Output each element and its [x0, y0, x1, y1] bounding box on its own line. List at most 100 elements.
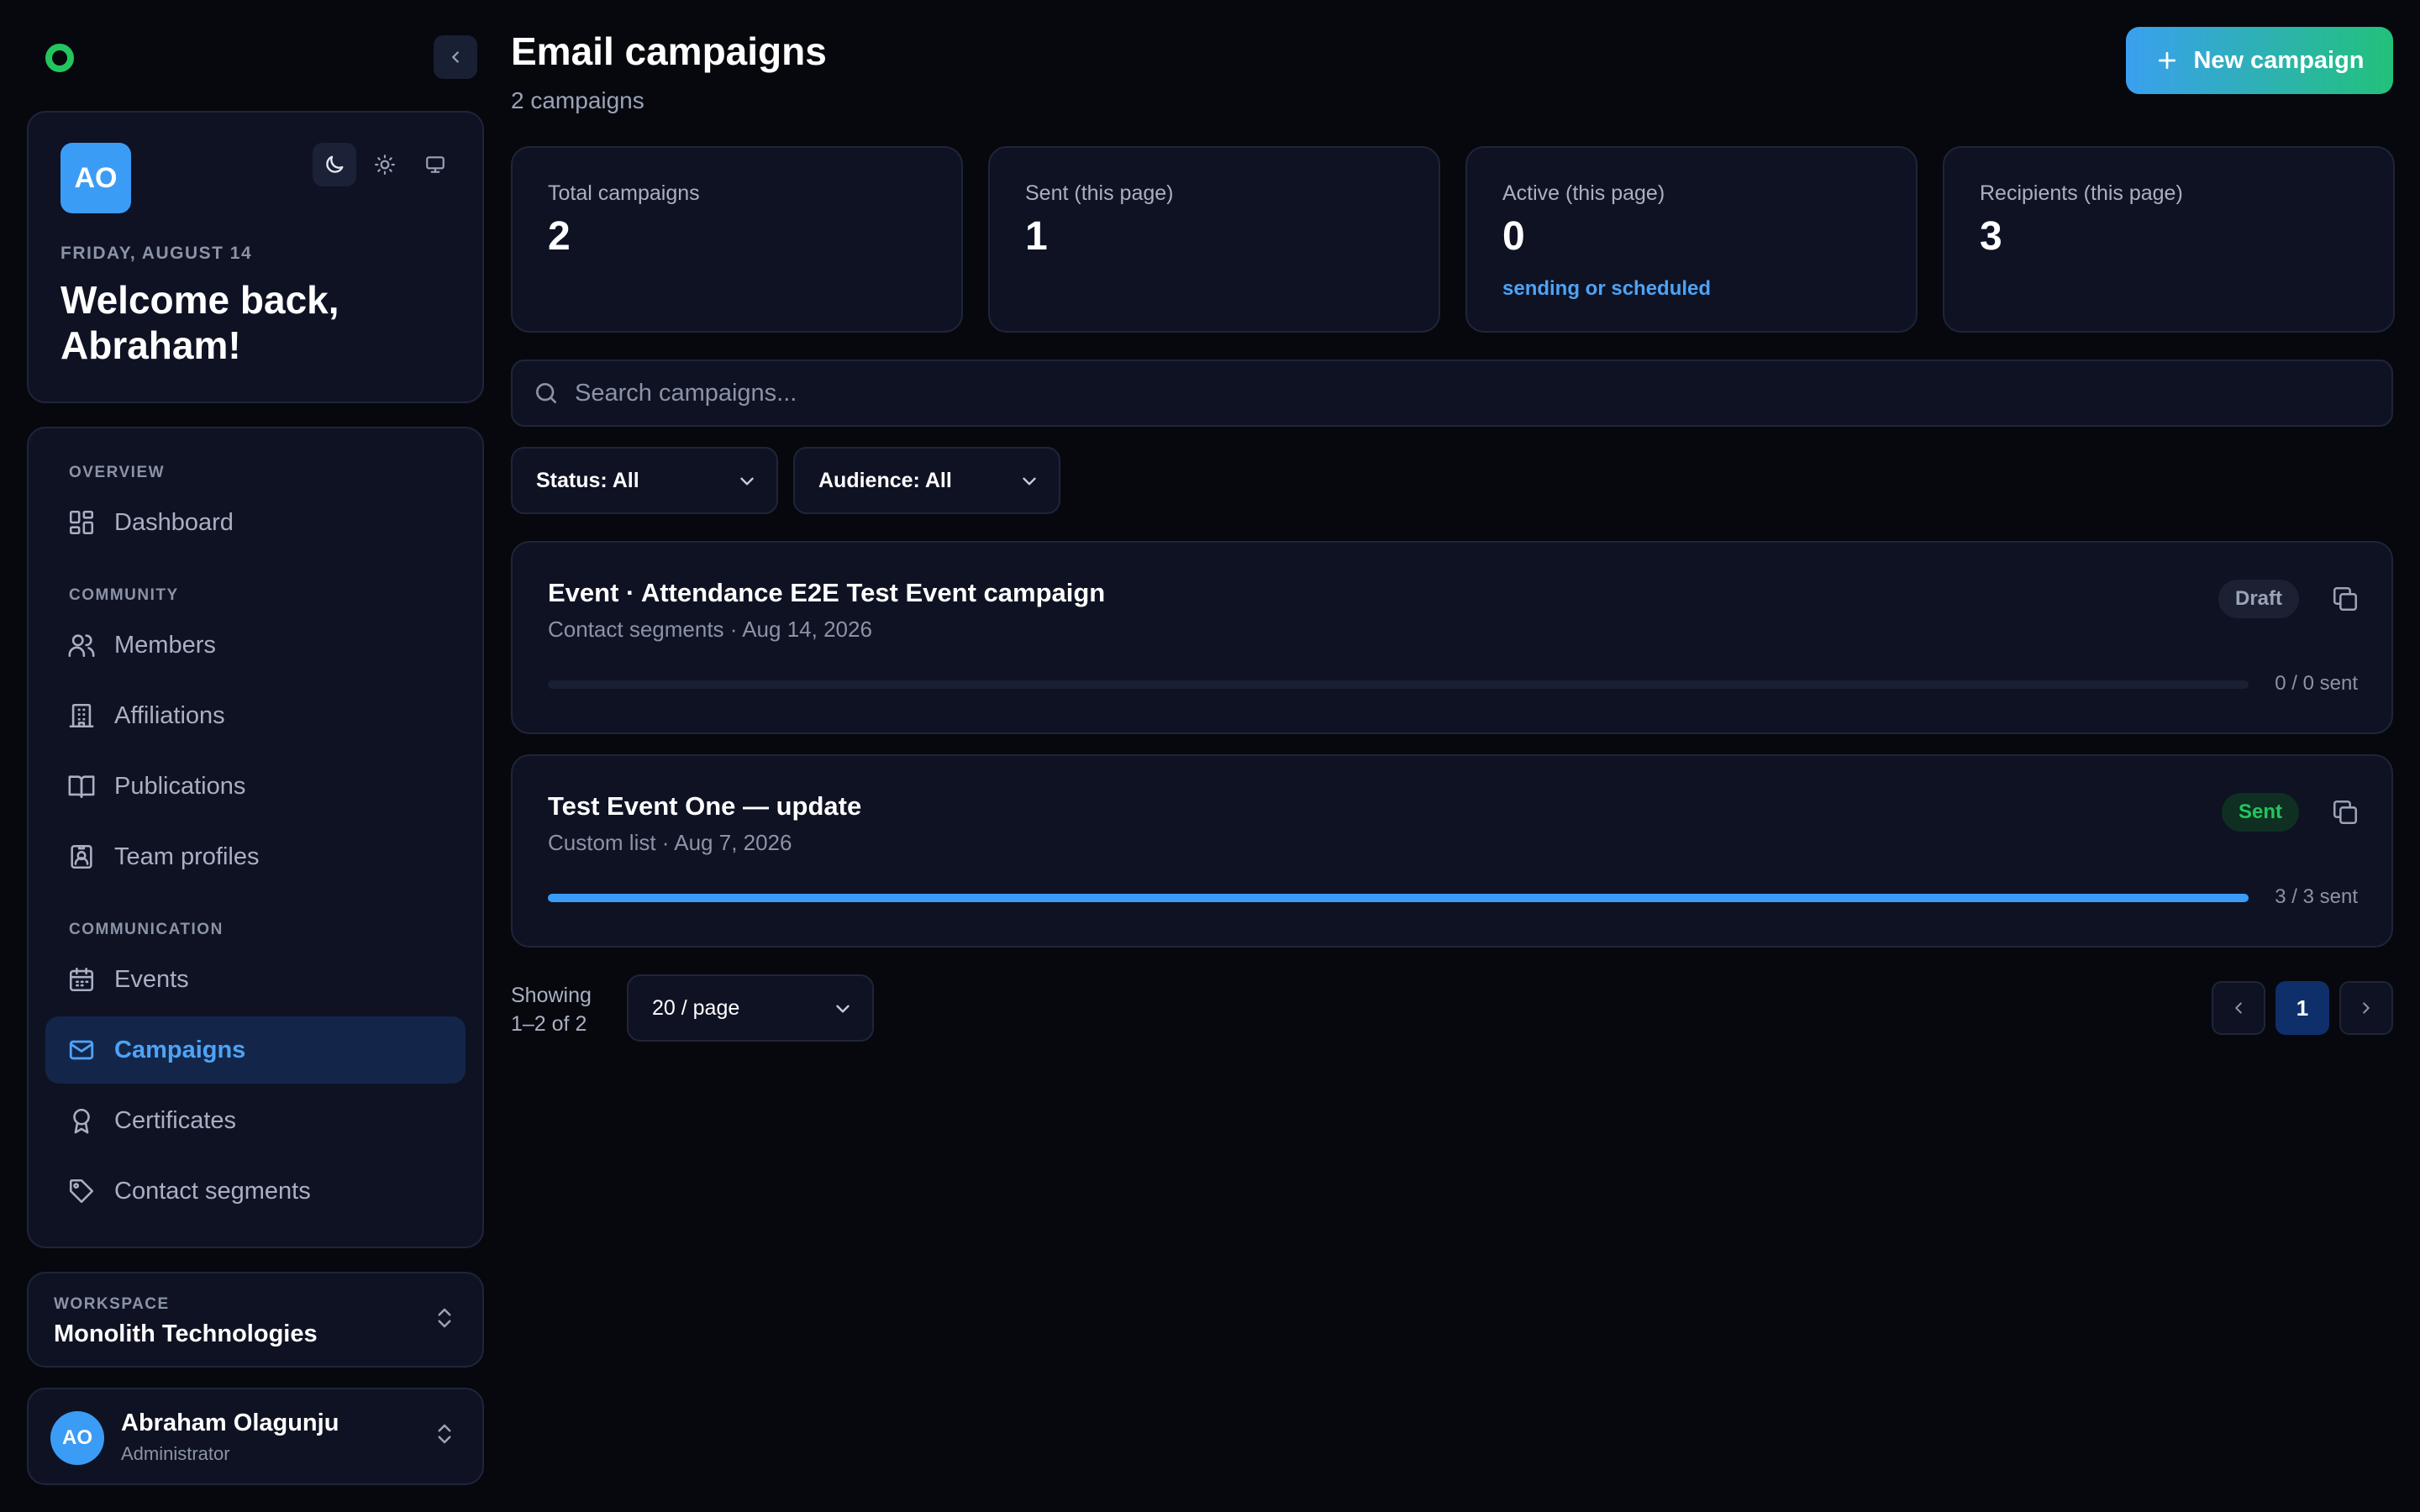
page-size-select[interactable]: 20 / page: [627, 974, 874, 1042]
status-badge: Draft: [2217, 580, 2299, 618]
logo-icon: [45, 44, 74, 72]
avatar: AO: [50, 1411, 104, 1465]
welcome-date: FRIDAY, AUGUST 14: [60, 244, 253, 263]
progress-fill: [548, 894, 2249, 902]
book-open-icon: [68, 775, 95, 799]
new-campaign-button[interactable]: New campaign: [2126, 27, 2393, 94]
campaign-title: Test Event One — update: [548, 791, 862, 821]
stat-card-total: Total campaigns 2: [511, 146, 963, 333]
campaign-title: Event · Attendance E2E Test Event campai…: [548, 578, 1106, 607]
chevron-down-icon: [836, 1005, 850, 1013]
user-role: Administrator: [121, 1443, 230, 1464]
sidebar-item-label: Team profiles: [114, 843, 260, 870]
avatar: AO: [60, 143, 131, 213]
results-count: Showing 1–2 of 2: [511, 984, 592, 1036]
chevron-down-icon: [1023, 477, 1036, 486]
progress-label: 0 / 0 sent: [2275, 672, 2358, 695]
sidebar-item-certificates[interactable]: Certificates: [45, 1087, 466, 1154]
search-input[interactable]: [575, 379, 2339, 407]
search-icon: [536, 383, 556, 403]
campaign-meta: Custom list · Aug 7, 2026: [548, 830, 792, 855]
workspace-name: Monolith Technologies: [54, 1320, 318, 1347]
sidebar-item-contact-segments[interactable]: Contact segments: [45, 1158, 466, 1225]
stat-card-active: Active (this page) 0 sending or schedule…: [1465, 146, 1918, 333]
dashboard-icon: [69, 510, 94, 535]
stat-card-sent: Sent (this page) 1: [988, 146, 1440, 333]
nav-section-overview: OVERVIEW: [69, 464, 166, 481]
building-icon: [69, 703, 94, 728]
dark-theme-button[interactable]: [313, 143, 356, 186]
plus-icon: [2159, 51, 2176, 70]
chevron-left-icon: [452, 51, 459, 63]
award-icon: [73, 1108, 90, 1134]
campaign-meta: Contact segments · Aug 14, 2026: [548, 617, 872, 642]
collapse-sidebar-button[interactable]: [434, 35, 477, 79]
id-badge-icon: [71, 844, 92, 869]
sidebar: AO FRIDAY, AUGUST 14 Welcome back, Abrah…: [27, 0, 484, 1512]
sidebar-item-label: Dashboard: [114, 508, 234, 536]
stat-value: 2: [548, 214, 571, 259]
sidebar-item-publications[interactable]: Publications: [45, 753, 466, 820]
sidebar-item-label: Events: [114, 965, 189, 993]
sidebar-item-team-profiles[interactable]: Team profiles: [45, 823, 466, 890]
mail-icon: [69, 1040, 94, 1060]
sun-icon: [375, 155, 395, 175]
search-bar: [511, 360, 2393, 427]
light-theme-button[interactable]: [363, 143, 407, 186]
theme-switcher: [313, 143, 457, 186]
welcome-card: AO FRIDAY, AUGUST 14 Welcome back, Abrah…: [27, 111, 484, 403]
sidebar-item-members[interactable]: Members: [45, 612, 466, 679]
sidebar-item-label: Affiliations: [114, 701, 225, 729]
calendar-icon: [69, 967, 94, 992]
user-menu[interactable]: AO Abraham Olagunju Administrator: [27, 1388, 484, 1485]
users-icon: [68, 634, 95, 658]
monitor-icon: [426, 156, 445, 173]
audience-filter[interactable]: Audience: All: [793, 447, 1060, 514]
chevron-left-icon: [2235, 1002, 2242, 1014]
sidebar-item-label: Campaigns: [114, 1036, 246, 1063]
welcome-title: Welcome back, Abraham!: [60, 278, 339, 367]
next-page-button[interactable]: [2339, 981, 2393, 1035]
chevrons-up-down-icon: [438, 1308, 451, 1328]
brand-row: [27, 34, 484, 81]
workspace-switcher[interactable]: WORKSPACE Monolith Technologies: [27, 1272, 484, 1368]
nav-section-communication: COMMUNICATION: [69, 921, 224, 938]
stat-label: Active (this page): [1502, 181, 1665, 205]
nav-section-community: COMMUNITY: [69, 586, 179, 604]
audience-filter-value: Audience: All: [818, 468, 952, 492]
campaign-card[interactable]: Test Event One — update Custom list · Au…: [511, 754, 2393, 948]
page-subtitle: 2 campaigns: [511, 87, 644, 113]
sidebar-item-events[interactable]: Events: [45, 946, 466, 1013]
stat-value: 0: [1502, 214, 1525, 259]
sidebar-item-dashboard[interactable]: Dashboard: [45, 489, 466, 556]
chevron-right-icon: [2363, 1002, 2370, 1014]
stat-card-recipients: Recipients (this page) 3: [1943, 146, 2395, 333]
prev-page-button[interactable]: [2212, 981, 2265, 1035]
stat-label: Sent (this page): [1025, 181, 1174, 205]
user-name: Abraham Olagunju: [121, 1410, 339, 1436]
stat-value: 1: [1025, 214, 1048, 259]
tag-icon: [69, 1179, 94, 1204]
stat-label: Total campaigns: [548, 181, 700, 205]
sidebar-item-label: Members: [114, 631, 216, 659]
page-title: Email campaigns: [511, 29, 827, 73]
chevron-down-icon: [740, 477, 754, 486]
status-filter[interactable]: Status: All: [511, 447, 778, 514]
system-theme-button[interactable]: [413, 143, 457, 186]
main-navigation: OVERVIEW Dashboard COMMUNITY Members Aff…: [27, 427, 484, 1248]
pagination: 1: [2212, 981, 2393, 1035]
duplicate-icon[interactable]: [2331, 798, 2360, 827]
duplicate-icon[interactable]: [2331, 585, 2360, 613]
progress-bar: [548, 680, 2249, 689]
sidebar-item-campaigns[interactable]: Campaigns: [45, 1016, 466, 1084]
stat-note: sending or scheduled: [1502, 277, 1712, 300]
sidebar-item-affiliations[interactable]: Affiliations: [45, 682, 466, 749]
progress-label: 3 / 3 sent: [2275, 885, 2358, 908]
moon-icon: [326, 155, 344, 173]
chevrons-up-down-icon: [438, 1424, 451, 1444]
sidebar-item-label: Certificates: [114, 1106, 237, 1134]
main-content: Email campaigns 2 campaigns New campaign…: [511, 0, 2395, 1512]
campaign-card[interactable]: Event · Attendance E2E Test Event campai…: [511, 541, 2393, 734]
page-button-current[interactable]: 1: [2275, 981, 2329, 1035]
workspace-label: WORKSPACE: [54, 1295, 170, 1313]
